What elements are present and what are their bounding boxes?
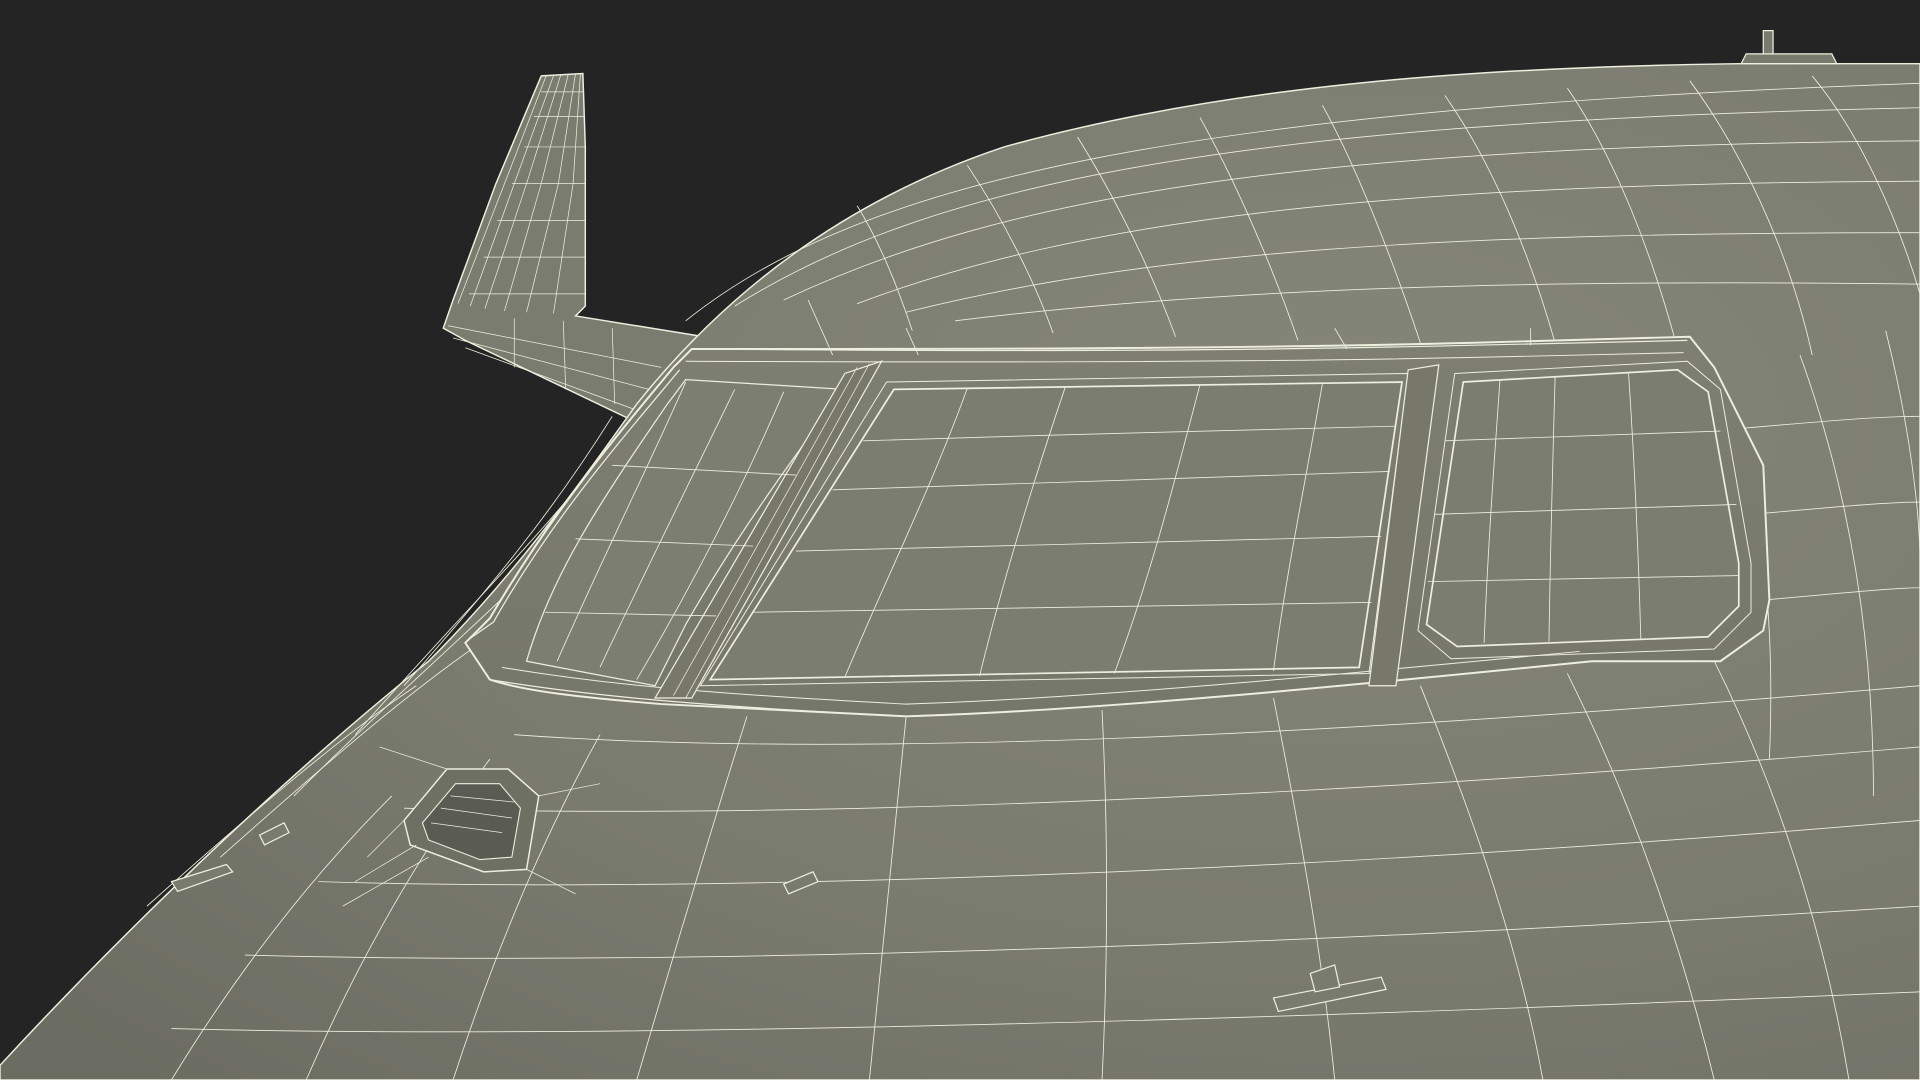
cockpit-windshield [464,335,1771,718]
wireframe-viewport [0,0,1920,1080]
aircraft-wireframe-render [0,0,1920,1080]
side-window [1425,368,1740,648]
